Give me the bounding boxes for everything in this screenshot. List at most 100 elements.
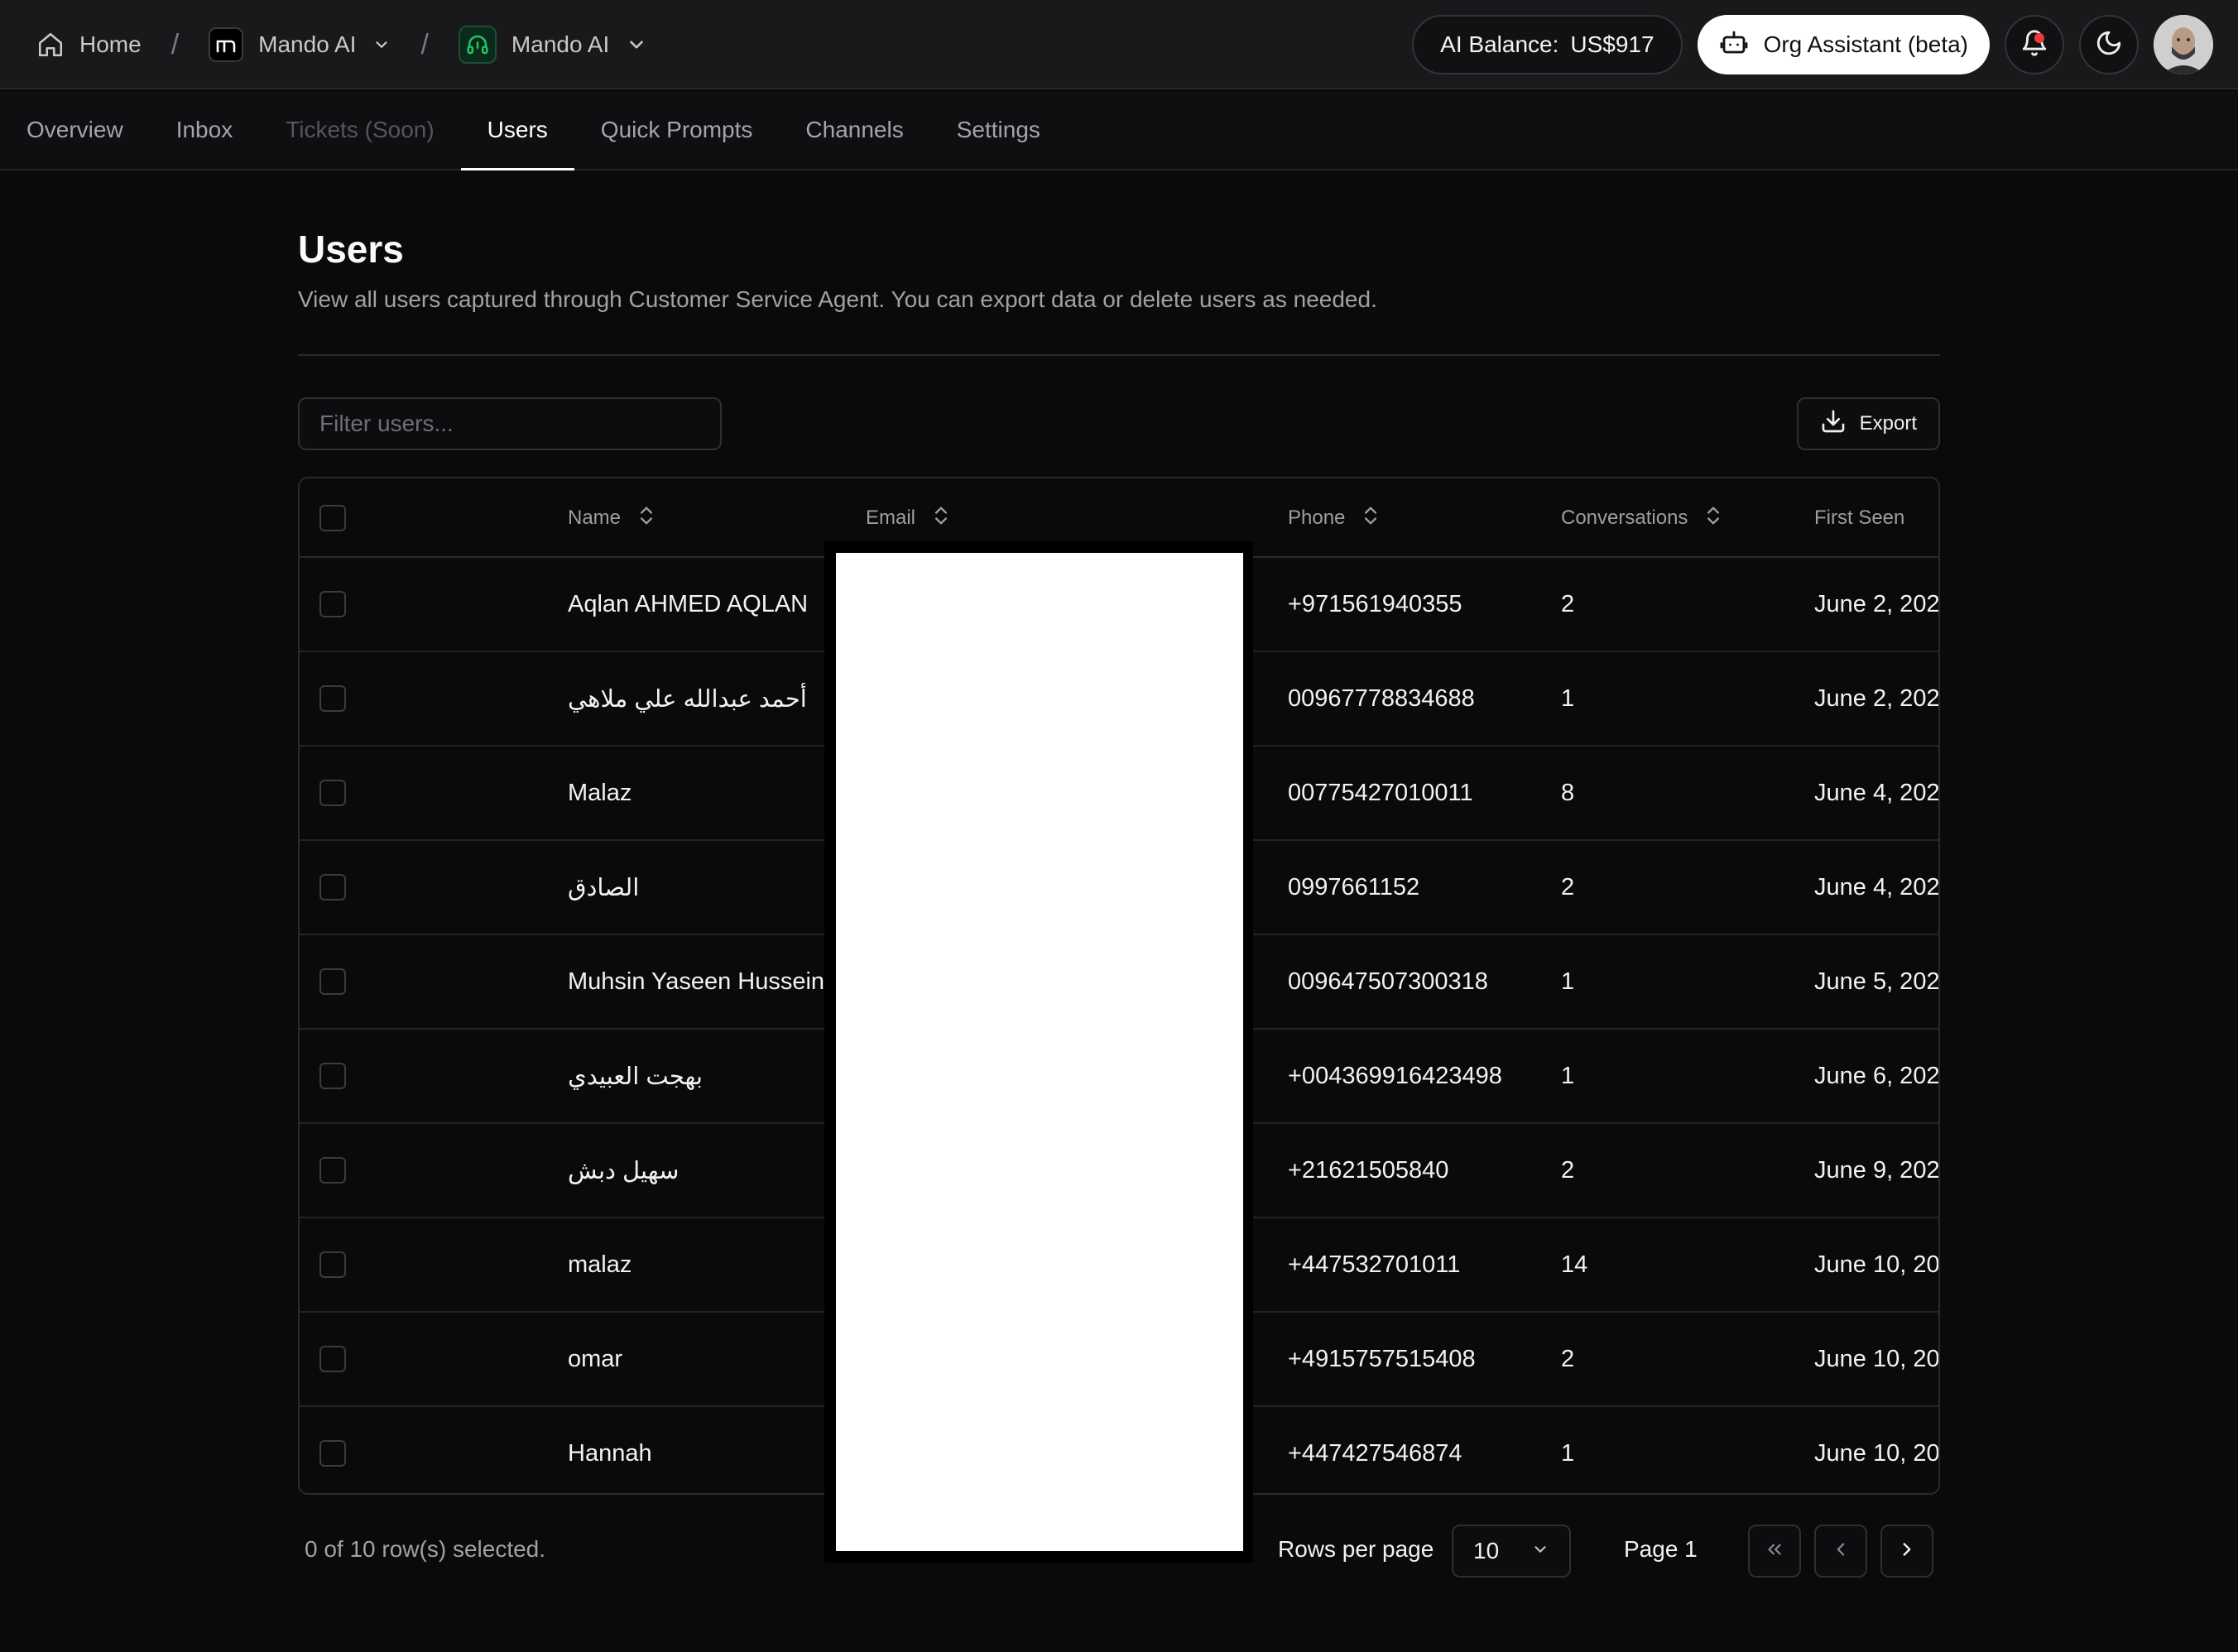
bell-icon (2020, 29, 2048, 61)
row-checkbox[interactable] (319, 874, 346, 900)
top-bar: Home / Mando AI / Mando AI AI Balance: U… (0, 0, 2238, 89)
org-assistant-button[interactable]: Org Assistant (beta) (1697, 15, 1990, 74)
tab-settings[interactable]: Settings (930, 91, 1067, 169)
cell-name: الصادق (568, 874, 640, 901)
cell-name: Hannah (568, 1439, 652, 1467)
breadcrumb-org-label: Mando AI (258, 31, 357, 57)
page-description: View all users captured through Customer… (298, 286, 1377, 312)
chevron-down-icon[interactable] (372, 36, 391, 54)
cell-conversations: 1 (1561, 968, 1575, 995)
breadcrumb-org[interactable]: Mando AI (209, 27, 391, 62)
cell-first-seen: June 10, 20: (1814, 1251, 1940, 1278)
column-header-conversations[interactable]: Conversations (1561, 478, 1722, 558)
cell-conversations: 14 (1561, 1251, 1588, 1278)
select-all-checkbox[interactable] (319, 505, 346, 531)
chevron-down-icon[interactable] (626, 34, 647, 55)
column-header-first-seen[interactable]: First Seen (1814, 478, 1904, 558)
breadcrumb-agent-label: Mando AI (511, 31, 610, 57)
cell-conversations: 2 (1561, 1156, 1575, 1184)
breadcrumb-home-label: Home (79, 31, 142, 57)
cell-first-seen: June 2, 202 (1814, 590, 1940, 617)
cell-name: omar (568, 1345, 623, 1372)
nav-tabs: Overview Inbox Tickets (Soon) Users Quic… (0, 91, 2238, 170)
cell-phone: +971561940355 (1288, 590, 1462, 617)
ai-balance-badge[interactable]: AI Balance: US$917 (1412, 15, 1683, 74)
cell-name: أحمد عبدالله علي ملاهي (568, 685, 807, 713)
chevron-down-icon (1531, 1538, 1549, 1564)
row-checkbox[interactable] (319, 780, 346, 806)
previous-page-button[interactable] (1814, 1525, 1867, 1578)
next-page-button[interactable] (1880, 1525, 1933, 1578)
tab-channels[interactable]: Channels (779, 91, 929, 169)
row-checkbox[interactable] (319, 591, 346, 617)
selection-count: 0 of 10 row(s) selected. (305, 1536, 546, 1562)
avatar[interactable] (2154, 15, 2213, 74)
filter-users-input[interactable] (298, 397, 722, 450)
tab-users[interactable]: Users (460, 91, 574, 170)
column-header-name[interactable]: Name (568, 478, 656, 558)
rows-per-page-value: 10 (1473, 1538, 1500, 1563)
cell-conversations: 2 (1561, 590, 1575, 617)
mando-logo-icon (209, 27, 244, 62)
divider (298, 354, 1940, 356)
cell-name: سهيل دبش (568, 1157, 680, 1184)
row-checkbox[interactable] (319, 685, 346, 712)
breadcrumb-separator: / (170, 28, 180, 60)
chevron-right-icon (1896, 1539, 1918, 1564)
cell-conversations: 2 (1561, 1345, 1575, 1372)
page-title: Users (298, 228, 404, 271)
sort-icon (1345, 504, 1380, 533)
row-checkbox[interactable] (319, 1157, 346, 1184)
row-checkbox[interactable] (319, 1063, 346, 1089)
breadcrumb: Home / Mando AI / Mando AI (36, 0, 647, 89)
breadcrumb-home[interactable]: Home (36, 31, 142, 59)
column-header-phone[interactable]: Phone (1288, 478, 1380, 558)
ai-balance-value: US$917 (1570, 31, 1654, 57)
notifications-button[interactable] (2005, 15, 2064, 74)
cell-first-seen: June 10, 20: (1814, 1439, 1940, 1467)
theme-toggle-button[interactable] (2079, 15, 2139, 74)
cell-phone: 009647507300318 (1288, 968, 1488, 995)
cell-name: Muhsin Yaseen Hussein (568, 968, 825, 995)
cell-conversations: 8 (1561, 779, 1575, 806)
cell-first-seen: June 4, 202 (1814, 873, 1940, 900)
row-checkbox[interactable] (319, 1251, 346, 1278)
ai-balance-label: AI Balance: (1440, 31, 1559, 57)
cell-first-seen: June 2, 202 (1814, 684, 1940, 712)
row-checkbox[interactable] (319, 968, 346, 995)
cell-first-seen: June 6, 202 (1814, 1062, 1940, 1089)
rows-per-page-label: Rows per page (1278, 1536, 1434, 1562)
tab-quick-prompts[interactable]: Quick Prompts (574, 91, 780, 169)
moon-icon (2095, 29, 2123, 61)
org-assistant-label: Org Assistant (beta) (1763, 31, 1968, 57)
home-icon (36, 31, 65, 59)
cell-conversations: 2 (1561, 873, 1575, 900)
cell-phone: 00967778834688 (1288, 684, 1475, 712)
download-icon (1820, 408, 1847, 440)
sort-icon (1688, 504, 1722, 533)
cell-name: بهجت العبيدي (568, 1063, 703, 1090)
cell-first-seen: June 4, 202 (1814, 779, 1940, 806)
breadcrumb-agent[interactable]: Mando AI (458, 26, 647, 64)
tab-overview[interactable]: Overview (0, 91, 150, 169)
cell-phone: 0997661152 (1288, 873, 1420, 900)
chevrons-left-icon (1764, 1539, 1785, 1564)
sort-icon (621, 504, 656, 533)
cell-first-seen: June 10, 20: (1814, 1345, 1940, 1372)
cell-first-seen: June 5, 202 (1814, 968, 1940, 995)
row-checkbox[interactable] (319, 1346, 346, 1372)
export-button[interactable]: Export (1796, 397, 1940, 450)
email-redaction-box (836, 553, 1243, 1551)
page-indicator: Page 1 (1624, 1536, 1698, 1562)
row-checkbox[interactable] (319, 1440, 346, 1467)
sort-icon (915, 504, 950, 533)
robot-icon (1719, 27, 1749, 63)
cell-phone: +4915757515408 (1288, 1345, 1476, 1372)
cell-conversations: 1 (1561, 1062, 1575, 1089)
notification-dot (2034, 33, 2044, 43)
tab-inbox[interactable]: Inbox (150, 91, 260, 169)
breadcrumb-separator: / (420, 28, 429, 60)
rows-per-page-select[interactable]: 10 (1452, 1525, 1571, 1578)
first-page-button[interactable] (1748, 1525, 1801, 1578)
cell-phone: 00775427010011 (1288, 779, 1473, 806)
